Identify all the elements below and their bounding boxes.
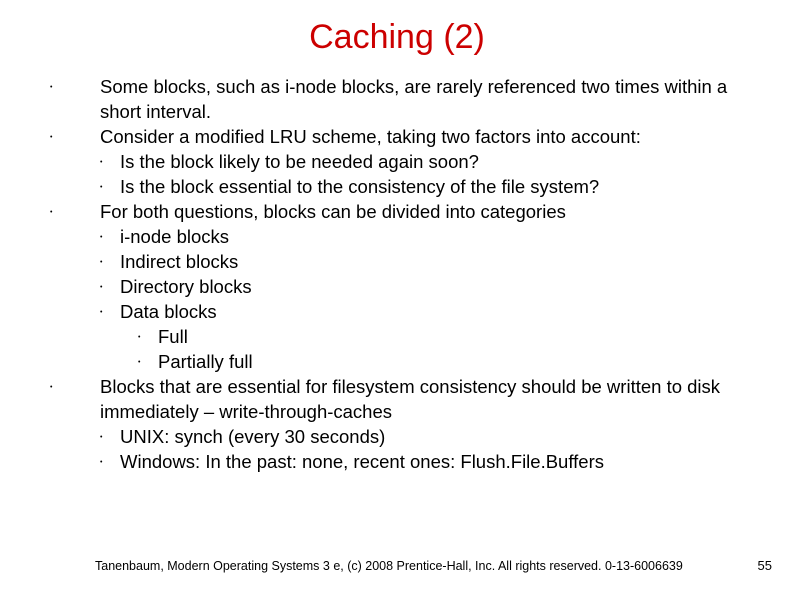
list-item: Consider a modified LRU scheme, taking t… [30,125,764,200]
list-item: Some blocks, such as i-node blocks, are … [30,75,764,125]
bullet-text: Is the block essential to the consistenc… [120,176,599,197]
bullet-text: i-node blocks [120,226,229,247]
bullet-text: Data blocks [120,301,217,322]
bullet-text: Windows: In the past: none, recent ones:… [120,451,604,472]
list-item: Is the block likely to be needed again s… [100,150,764,175]
bullet-text: UNIX: synch (every 30 seconds) [120,426,385,447]
bullet-text: For both questions, blocks can be divide… [100,201,566,222]
list-item: i-node blocks [100,225,764,250]
bullet-text: Indirect blocks [120,251,238,272]
bullet-text: Consider a modified LRU scheme, taking t… [100,126,641,147]
bullet-text: Directory blocks [120,276,252,297]
list-item: Windows: In the past: none, recent ones:… [100,450,764,475]
slide-title: Caching (2) [30,18,764,57]
bullet-text: Some blocks, such as i-node blocks, are … [100,76,727,122]
page-number: 55 [758,558,772,573]
sub-sub-list: Full Partially full [120,325,764,375]
bullet-text: Blocks that are essential for filesystem… [100,376,720,422]
bullet-list: Some blocks, such as i-node blocks, are … [30,75,764,475]
sub-list: Is the block likely to be needed again s… [100,150,764,200]
list-item: Indirect blocks [100,250,764,275]
sub-list: UNIX: synch (every 30 seconds) Windows: … [100,425,764,475]
list-item: Directory blocks [100,275,764,300]
sub-list: i-node blocks Indirect blocks Directory … [100,225,764,375]
slide: { "title": "Caching (2)", "bullets": { "… [0,0,794,595]
footer-citation: Tanenbaum, Modern Operating Systems 3 e,… [95,559,683,573]
bullet-text: Is the block likely to be needed again s… [120,151,479,172]
list-item: Blocks that are essential for filesystem… [30,375,764,475]
list-item: Full [120,325,764,350]
list-item: Is the block essential to the consistenc… [100,175,764,200]
list-item: Data blocks Full Partially full [100,300,764,375]
list-item: UNIX: synch (every 30 seconds) [100,425,764,450]
bullet-text: Full [158,326,188,347]
list-item: Partially full [120,350,764,375]
slide-content: Some blocks, such as i-node blocks, are … [30,75,764,475]
bullet-text: Partially full [158,351,253,372]
list-item: For both questions, blocks can be divide… [30,200,764,375]
